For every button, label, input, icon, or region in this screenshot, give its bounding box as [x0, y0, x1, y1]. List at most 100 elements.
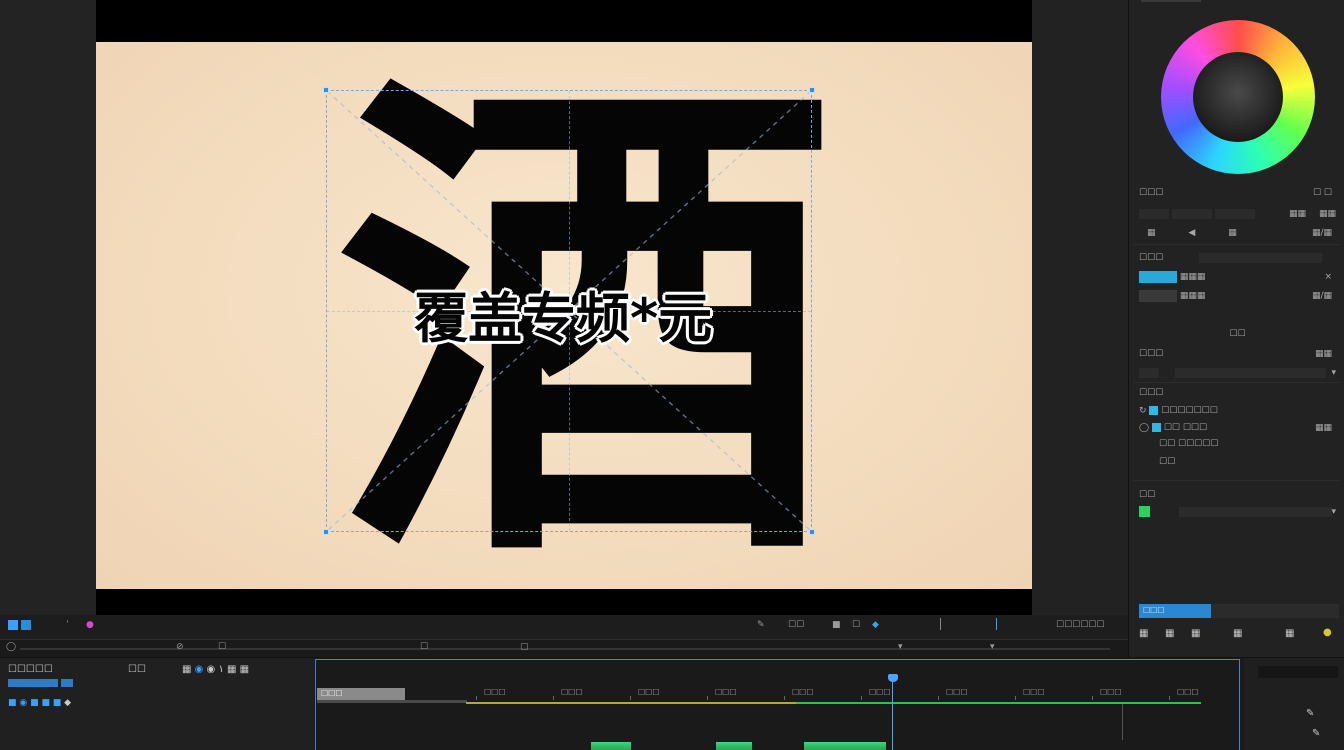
ruler-tick [861, 696, 862, 700]
work-area-green [796, 702, 1201, 704]
color-wheel[interactable] [1161, 20, 1315, 174]
timecode-display: ☐☐☐☐☐☐ [1056, 620, 1105, 630]
footer-button-1[interactable]: ▦ [1139, 628, 1148, 639]
value-field-2[interactable]: ▦▦ [1319, 207, 1336, 221]
option-2-value: ▦▦ [1314, 423, 1332, 433]
overlay-caption[interactable]: 覆盖专频*元 [414, 274, 712, 353]
timeline-tools[interactable]: ☐☐ [128, 664, 146, 675]
track-icons[interactable]: ■ ◉ ■ ■ ■ ◆ [8, 698, 71, 708]
ruler-tick [1015, 696, 1016, 700]
dropdown-arrow-icon-2[interactable]: ▾ [990, 642, 995, 653]
property-row[interactable]: ▦▦ ▦▦ [1139, 207, 1336, 221]
back-arrow-icon[interactable]: ◀ [1188, 228, 1195, 238]
section1-right: ☐ ☐ [1313, 188, 1332, 198]
tab-active[interactable] [1139, 270, 1177, 283]
work-area-yellow [466, 702, 796, 704]
clip-label-box[interactable]: ☐☐☐ [317, 688, 405, 700]
ruler-tick [938, 696, 939, 700]
clip-label: ☐☐☐ [321, 689, 343, 698]
tab-label-2: ▦▦▦ [1179, 291, 1206, 301]
timeline-toolbar[interactable]: ▦ ◉ ◉ ١ ▦ ▦ [182, 664, 249, 675]
ruler-tick [1169, 696, 1170, 700]
eye-icon[interactable]: ↻ [1139, 406, 1147, 416]
page-indicator-2: ▦/▦ [1311, 291, 1332, 301]
option-3[interactable]: ☐☐ ☐☐☐☐☐ [1139, 437, 1336, 451]
ruler-label: ☐☐☐ [561, 688, 583, 697]
ruler-label: ☐☐☐ [1100, 688, 1122, 697]
properties-panel: ☐☐☐ ☐ ☐ ▦▦ ▦▦ ▦ ◀ ▦ ▦/▦ ☐☐☐ ▦▦▦ × ▦▦▦ ▦/… [1128, 0, 1344, 657]
audio-waveform [804, 742, 886, 750]
section4-title: ☐☐☐ [1139, 349, 1164, 359]
checkbox-2[interactable] [1151, 423, 1161, 432]
color-wheel-center[interactable] [1193, 52, 1283, 142]
program-monitor: 酒 覆盖专频*元 [0, 0, 1128, 628]
option-1[interactable]: ↻ ☐☐☐☐☐☐☐ [1139, 404, 1336, 418]
record-icon[interactable]: ● [86, 620, 94, 631]
tab-row[interactable]: ▦▦▦ × [1139, 270, 1336, 284]
side-tool-icon[interactable]: ✎ [1306, 708, 1314, 719]
nav-row[interactable]: ▦ ◀ ▦ ▦/▦ [1139, 226, 1336, 240]
ruler-label: ☐☐☐ [715, 688, 737, 697]
scrub-icon[interactable]: ◯ [6, 642, 16, 653]
option-2-label: ☐☐ ☐☐☐ [1163, 423, 1208, 433]
section4-right: ▦▦ [1314, 349, 1332, 359]
ruler-label: ☐☐☐ [792, 688, 814, 697]
tab-inactive[interactable] [1139, 289, 1177, 302]
color-row[interactable]: ▾ [1139, 505, 1336, 519]
work-area-bar[interactable] [317, 700, 467, 703]
lock-icon[interactable]: ◯ [1139, 423, 1149, 433]
export-frame-button[interactable]: ☐☐ [788, 620, 804, 631]
section3: ☐☐ [1229, 329, 1246, 339]
panel-top-tab[interactable] [1141, 0, 1201, 2]
playhead-handle[interactable] [888, 674, 898, 682]
dropdown-row[interactable]: ▾ [1139, 366, 1336, 380]
playhead[interactable] [892, 678, 893, 750]
dropdown-arrow-icon[interactable]: ▾ [898, 642, 903, 653]
ruler-label: ☐☐☐ [484, 688, 506, 697]
tab-row-2[interactable]: ▦▦▦ ▦/▦ [1139, 289, 1336, 303]
stop-icon[interactable]: ■ [832, 620, 841, 631]
checkbox-1[interactable] [1149, 406, 1159, 415]
footer-button-2[interactable]: ▦ [1165, 628, 1174, 639]
side-tool-icon-2[interactable]: ✎ [1312, 728, 1320, 739]
monitor-scrubber[interactable]: ◯ ⊘ ☐ ☐ ▢ ▾ ▾ [0, 639, 1128, 657]
option-3-label: ☐☐ ☐☐☐☐☐ [1159, 439, 1219, 449]
ruler-tick [630, 696, 631, 700]
clip-button-3[interactable]: ▢ [520, 642, 529, 653]
ruler-label: ☐☐☐ [1023, 688, 1045, 697]
resize-handle-bottom-right[interactable] [809, 529, 815, 535]
timeline-side-panel: ✎ ✎ [1244, 658, 1344, 750]
footer-button-3[interactable]: ▦ [1191, 628, 1200, 639]
timeline-tracks[interactable]: ☐☐☐☐☐☐☐☐☐☐☐☐☐☐☐☐☐☐☐☐☐☐☐☐☐☐☐☐☐☐☐☐☐☐☐☐ ☐☐☐ [315, 659, 1240, 750]
video-canvas[interactable]: 酒 覆盖专频*元 [96, 42, 1032, 589]
value-field[interactable]: ▦▦ [1289, 207, 1306, 221]
pen-icon[interactable]: ✎ [757, 620, 765, 631]
clip-button-2[interactable]: ☐ [420, 642, 428, 653]
section4: ☐☐☐ ▦▦ [1139, 347, 1336, 361]
ruler-tick [784, 696, 785, 700]
timeline-ruler[interactable]: ☐☐☐☐☐☐☐☐☐☐☐☐☐☐☐☐☐☐☐☐☐☐☐☐☐☐☐☐☐☐☐☐☐☐☐☐ [316, 660, 1239, 700]
resize-handle-bottom-left[interactable] [323, 529, 329, 535]
ruler-label: ☐☐☐ [638, 688, 660, 697]
next-button[interactable]: ▦ [1228, 228, 1237, 238]
footer-button-4[interactable]: ▦ [1233, 628, 1242, 639]
prev-button[interactable]: ▦ [1147, 228, 1156, 238]
resize-handle-top-right[interactable] [809, 87, 815, 93]
resize-handle-top-left[interactable] [323, 87, 329, 93]
footer-button-5[interactable]: ▦ [1285, 628, 1294, 639]
keyframe-icon[interactable]: ◆ [872, 620, 879, 631]
step-back-button[interactable]: ⊘ [176, 642, 184, 653]
toggle-button[interactable] [8, 620, 31, 631]
dropdown-arrow-icon-r[interactable]: ▾ [1331, 366, 1336, 380]
close-icon[interactable]: × [1324, 270, 1332, 284]
section1-title: ☐☐☐ [1139, 188, 1164, 198]
marker-icon[interactable]: ’ [66, 620, 69, 631]
option-4[interactable]: ☐☐ [1139, 455, 1336, 469]
option-2[interactable]: ◯ ☐☐ ☐☐☐ ▦▦ [1139, 421, 1336, 435]
clip-button[interactable]: ☐ [218, 642, 226, 653]
track-controls[interactable] [8, 678, 73, 688]
color-swatch[interactable] [1139, 506, 1150, 517]
settings-button[interactable]: ☐ [852, 620, 860, 631]
dropdown-arrow-icon-c[interactable]: ▾ [1331, 505, 1336, 519]
timeline-panel: ☐☐☐☐☐ ☐☐ ▦ ◉ ◉ ١ ▦ ▦ ■ ◉ ■ ■ ■ ◆ ☐☐☐ ☐☐☐ ☐… [0, 657, 1344, 750]
